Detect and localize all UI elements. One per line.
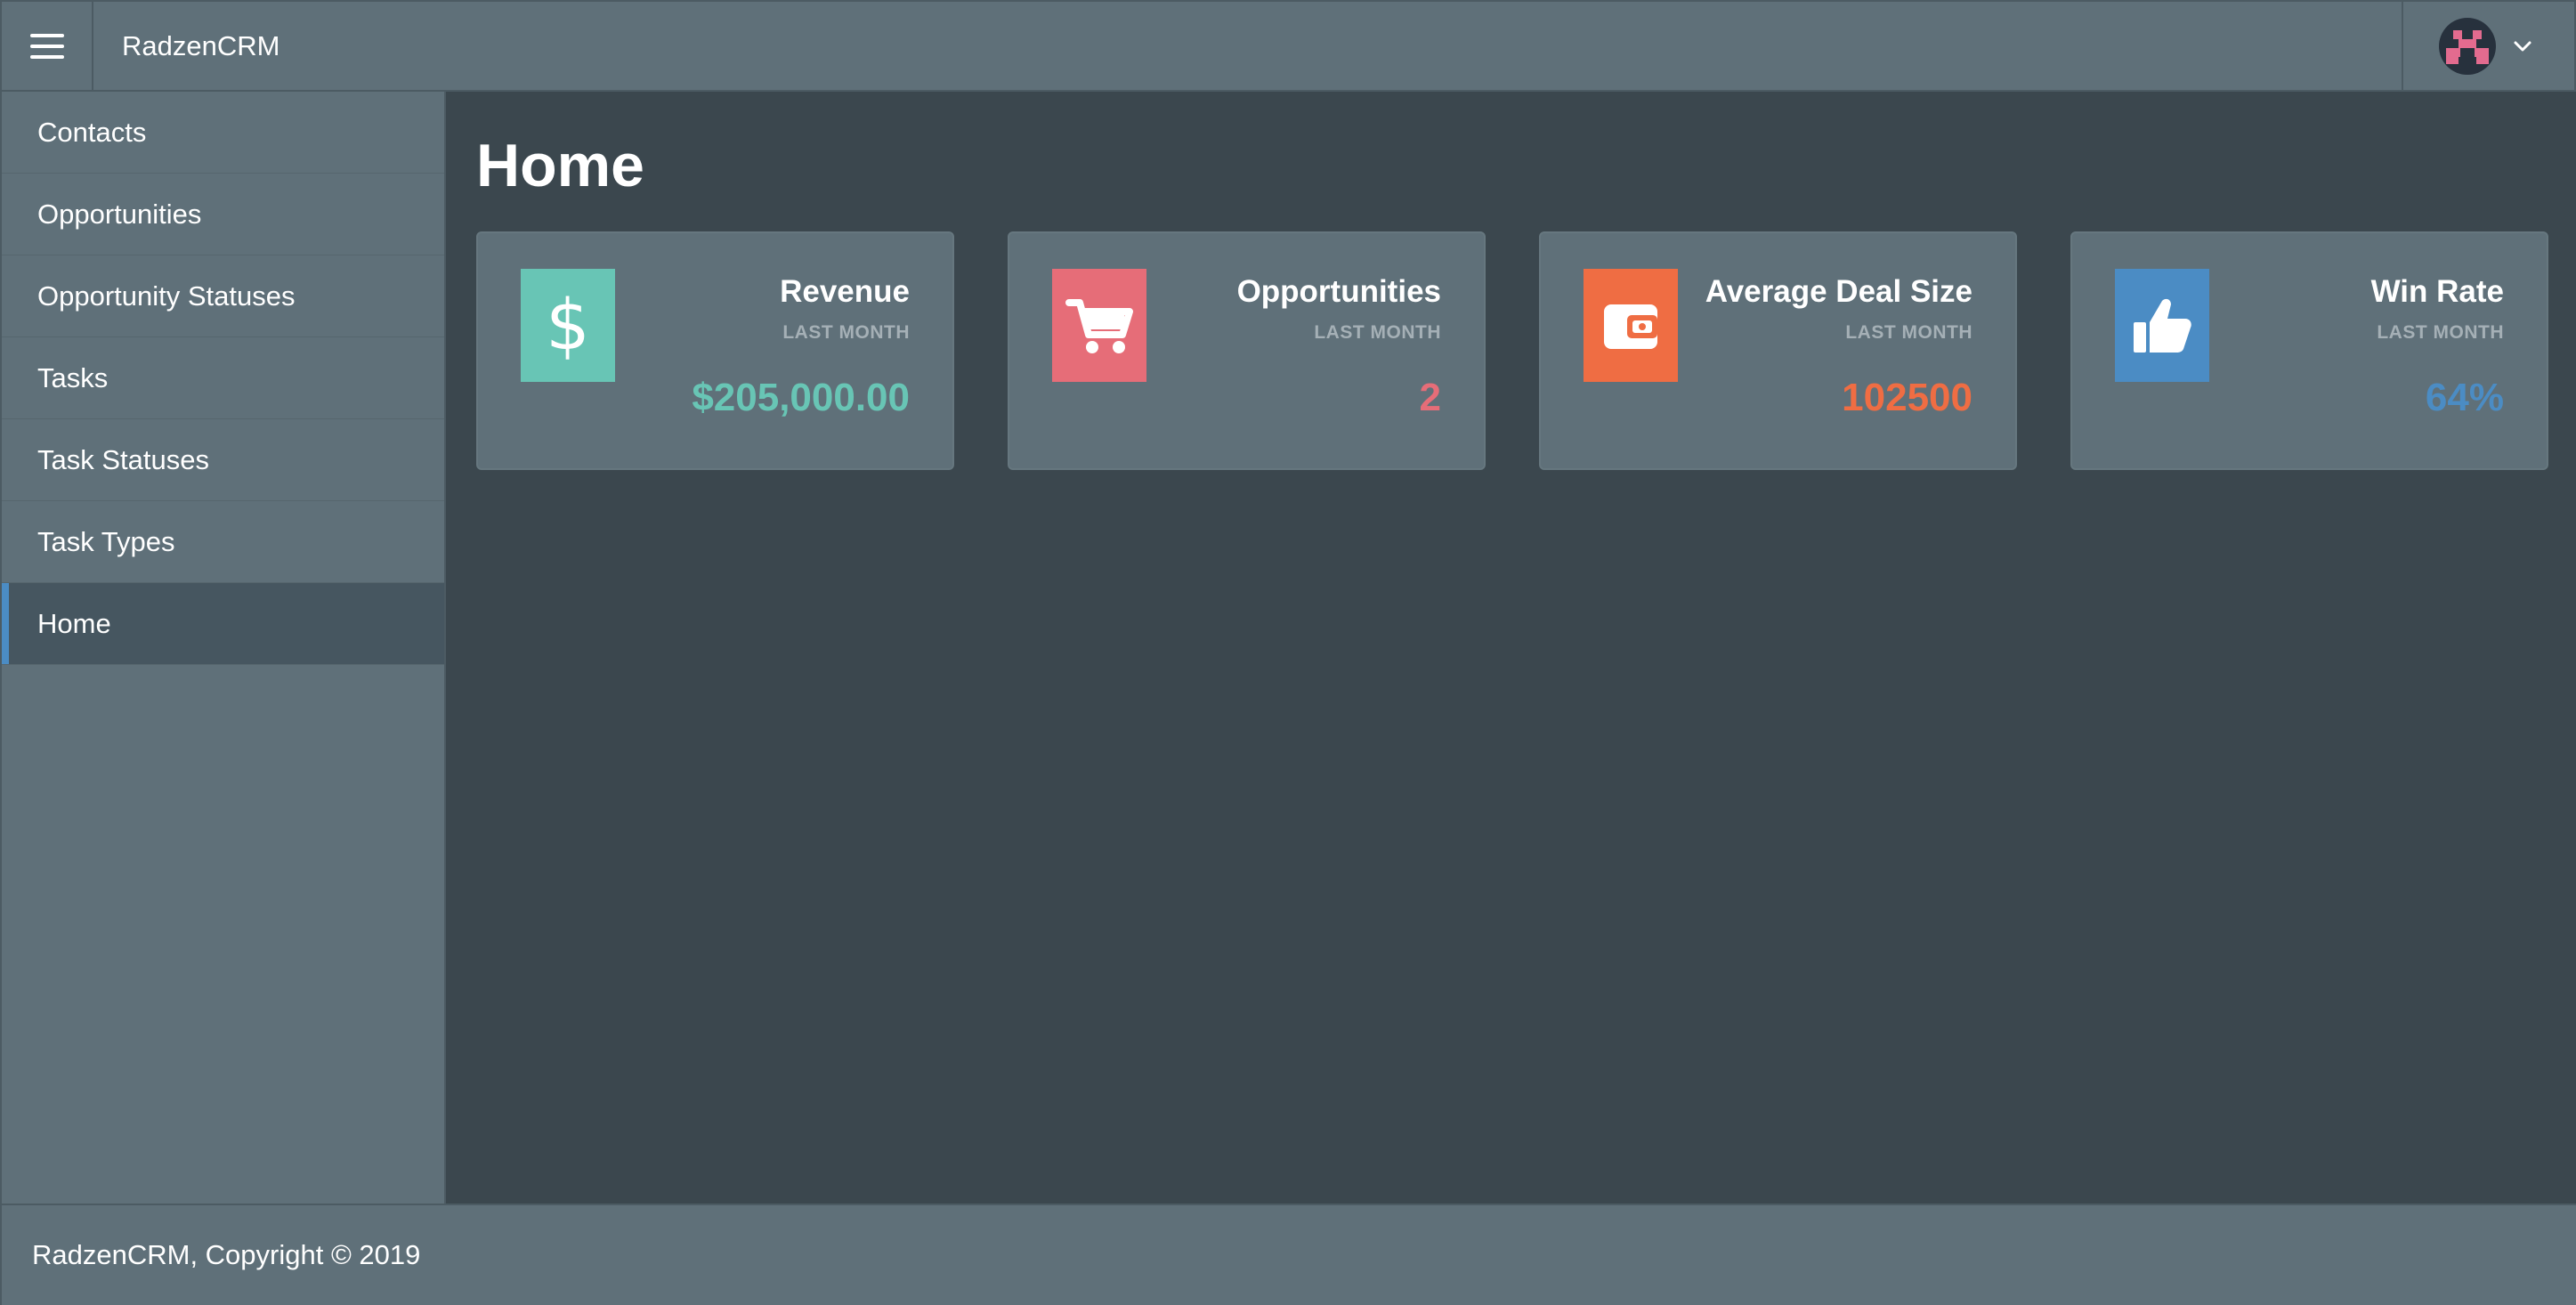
sidebar-item-contacts[interactable]: Contacts [2, 92, 444, 174]
sidebar-item-label: Contacts [37, 116, 147, 148]
card-value: 2 [1419, 376, 1441, 419]
sidebar-item-opportunity-statuses[interactable]: Opportunity Statuses [2, 255, 444, 337]
card-subtitle: LAST MONTH [782, 322, 910, 343]
shopping-cart-icon [1052, 269, 1146, 382]
win-rate-card: Win Rate LAST MONTH 64% [2070, 231, 2548, 470]
sidebar-item-label: Home [37, 607, 111, 639]
hamburger-menu-icon [29, 33, 64, 59]
card-title: Opportunities [1236, 274, 1441, 309]
svg-text:$: $ [546, 290, 590, 361]
sidebar-item-label: Opportunities [37, 198, 202, 230]
opportunities-card: Opportunities LAST MONTH 2 [1008, 231, 1486, 470]
card-value: $205,000.00 [692, 376, 910, 419]
card-value: 64% [2425, 376, 2504, 419]
card-title: Average Deal Size [1705, 274, 1973, 309]
footer: RadzenCRM, Copyright © 2019 [0, 1204, 2576, 1305]
sidebar-item-label: Task Types [37, 525, 175, 557]
wallet-icon [1584, 269, 1678, 382]
profile-menu[interactable] [2402, 2, 2574, 90]
card-subtitle: LAST MONTH [1314, 322, 1441, 343]
sidebar-item-task-statuses[interactable]: Task Statuses [2, 419, 444, 501]
page-title: Home [476, 132, 644, 199]
top-header: RadzenCRM [0, 0, 2576, 92]
card-title: Win Rate [2370, 274, 2504, 309]
card-subtitle: LAST MONTH [1845, 322, 1973, 343]
average-deal-size-card: Average Deal Size LAST MONTH 102500 [1539, 231, 2017, 470]
sidebar-item-label: Opportunity Statuses [37, 280, 296, 312]
dollar-icon: $ [521, 269, 615, 382]
card-value: 102500 [1842, 376, 1973, 419]
main-content: Home $ Revenue LAST MONTH $205,000.00 Op… [446, 92, 2576, 1204]
sidebar-item-home[interactable]: Home [2, 583, 444, 665]
avatar-icon [2439, 17, 2496, 75]
app-title: RadzenCRM [122, 29, 280, 61]
sidebar-item-tasks[interactable]: Tasks [2, 337, 444, 419]
sidebar-item-task-types[interactable]: Task Types [2, 501, 444, 583]
card-title: Revenue [780, 274, 910, 309]
hamburger-menu-button[interactable] [2, 2, 93, 90]
card-subtitle: LAST MONTH [2377, 322, 2504, 343]
footer-copyright: RadzenCRM, Copyright © 2019 [32, 1239, 421, 1270]
sidebar-nav: Contacts Opportunities Opportunity Statu… [0, 92, 446, 1204]
sidebar-item-label: Task Statuses [37, 443, 209, 475]
chevron-down-icon [2514, 41, 2531, 51]
revenue-card: $ Revenue LAST MONTH $205,000.00 [476, 231, 954, 470]
app-root: RadzenCRM Contacts Opportunities Opportu… [0, 0, 2576, 1305]
sidebar-item-opportunities[interactable]: Opportunities [2, 174, 444, 255]
sidebar-item-label: Tasks [37, 361, 109, 393]
thumbs-up-icon [2115, 269, 2209, 382]
